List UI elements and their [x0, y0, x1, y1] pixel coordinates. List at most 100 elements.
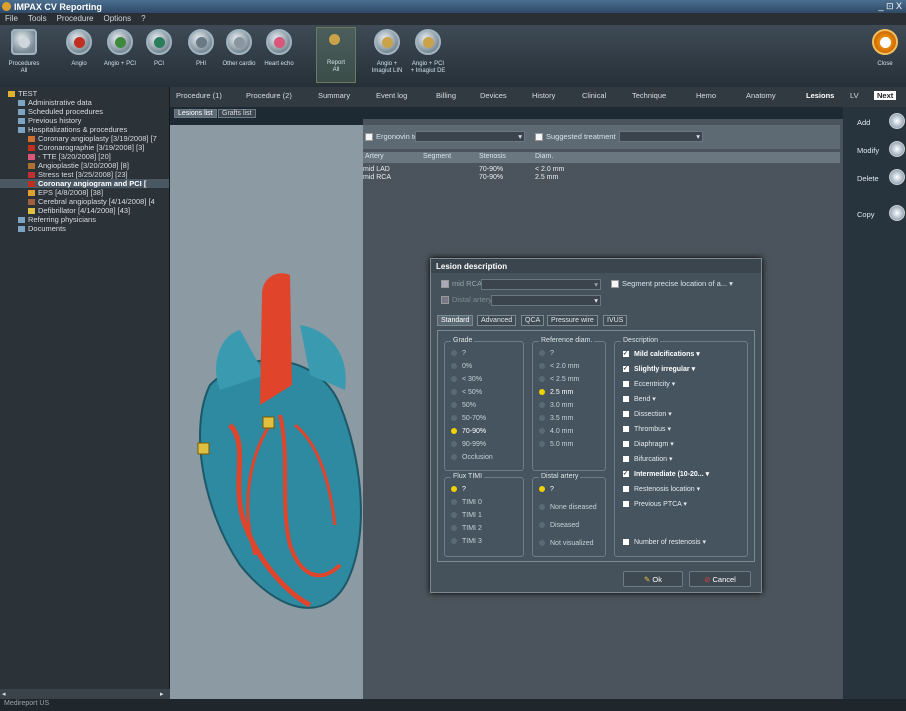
flux-timi-option[interactable]: TIMI 2 — [451, 525, 482, 532]
reference-diam-option[interactable]: < 2.0 mm — [539, 363, 579, 370]
distal-site-dropdown[interactable]: ▾ — [491, 295, 601, 306]
report-angio-button[interactable]: Angio + Imagiut LIN — [368, 29, 406, 75]
lesion-marker[interactable] — [262, 416, 275, 429]
distal-artery-option[interactable]: ? — [539, 486, 554, 493]
reference-diam-option[interactable]: 3.5 mm — [539, 415, 573, 422]
tree-item[interactable]: Cerebral angioplasty [4/14/2008] [4 — [0, 197, 169, 206]
tab-standard[interactable]: Standard — [437, 315, 474, 326]
restenosis-count-check[interactable]: Number of restenosis ▾ — [623, 538, 706, 546]
tab-summary[interactable]: Summary — [318, 91, 350, 100]
reference-diam-option[interactable]: 3.0 mm — [539, 402, 573, 409]
angio-pci-button[interactable]: Angio + PCI — [98, 29, 142, 68]
tab-ivus[interactable]: IVUS — [603, 315, 628, 326]
tree-item[interactable]: Scheduled procedures — [0, 107, 169, 116]
flux-timi-option[interactable]: TIMI 0 — [451, 499, 482, 506]
reference-diam-option[interactable]: ? — [539, 350, 554, 357]
tree-root[interactable]: TEST — [0, 89, 169, 98]
flux-timi-option[interactable]: ? — [451, 486, 466, 493]
tree-item[interactable]: Angioplastie [3/20/2008] [8] — [0, 161, 169, 170]
description-option[interactable]: Dissection ▾ — [623, 410, 672, 418]
tab-event-log[interactable]: Event log — [376, 91, 407, 100]
scroll-left-icon[interactable]: ◂ — [2, 690, 6, 698]
tab-lesions[interactable]: Lesions — [806, 91, 834, 100]
grade-option[interactable]: ? — [451, 350, 466, 357]
tree-item[interactable]: Referring physicians — [0, 215, 169, 224]
description-option[interactable]: Thrombus ▾ — [623, 425, 671, 433]
tree-item-selected[interactable]: Coronary angiogram and PCI [ — [0, 179, 169, 188]
delete-button[interactable]: Delete — [843, 167, 906, 189]
menu-file[interactable]: File — [0, 13, 23, 24]
distal-artery-option[interactable]: None diseased — [539, 504, 597, 511]
grade-option[interactable]: 50% — [451, 402, 476, 409]
grade-option[interactable]: 70-90% — [451, 428, 486, 435]
menu-options[interactable]: Options — [99, 13, 137, 24]
distal-artery-option[interactable]: Diseased — [539, 522, 579, 529]
tab-next[interactable]: Next — [874, 91, 897, 100]
col-segment[interactable]: Segment — [423, 153, 451, 160]
tab-anatomy[interactable]: Anatomy — [746, 91, 776, 100]
tree-item[interactable]: Coronarographie [3/19/2008] [3] — [0, 143, 169, 152]
phi-button[interactable]: PHI — [184, 29, 218, 68]
description-option[interactable]: Bend ▾ — [623, 395, 656, 403]
description-option[interactable]: Eccentricity ▾ — [623, 380, 675, 388]
tree-item[interactable]: Stress test [3/25/2008] [23] — [0, 170, 169, 179]
col-artery[interactable]: Artery — [365, 153, 384, 160]
copy-button[interactable]: Copy — [843, 203, 906, 225]
tab-hemo[interactable]: Hemo — [696, 91, 716, 100]
tree-item[interactable]: Administrative data — [0, 98, 169, 107]
grade-option[interactable]: < 50% — [451, 389, 482, 396]
window-controls[interactable]: _ ⊡ X — [878, 1, 902, 12]
distal-artery-option[interactable]: Not visualized — [539, 540, 594, 547]
tab-advanced[interactable]: Advanced — [477, 315, 517, 326]
grade-option[interactable]: 0% — [451, 363, 472, 370]
angio-button[interactable]: Angio — [60, 29, 98, 68]
table-row[interactable]: mid LAD 70-90% < 2.0 mm — [363, 165, 840, 173]
tree-item[interactable]: EPS [4/8/2008] [38] — [0, 188, 169, 197]
col-stenosis[interactable]: Stenosis — [479, 153, 506, 160]
description-option[interactable]: ✓ Intermediate (10-20... ▾ — [623, 470, 709, 478]
col-diam[interactable]: Diam. — [535, 153, 553, 160]
tab-qca[interactable]: QCA — [521, 315, 545, 326]
description-option[interactable]: ✓ Mild calcifications ▾ — [623, 350, 700, 358]
tab-pressure-wire[interactable]: Pressure wire — [547, 315, 598, 326]
modify-button[interactable]: Modify — [843, 139, 906, 161]
tab-clinical[interactable]: Clinical — [582, 91, 606, 100]
table-row[interactable]: mid RCA 70-90% 2.5 mm — [363, 173, 840, 181]
description-option[interactable]: Diaphragm ▾ — [623, 440, 674, 448]
tree-item[interactable]: Defibrillator [4/14/2008] [43] — [0, 206, 169, 215]
add-button[interactable]: Add — [843, 111, 906, 133]
menu-tools[interactable]: Tools — [23, 13, 52, 24]
heart-illustration[interactable] — [170, 125, 363, 699]
grade-option[interactable]: Occlusion — [451, 454, 493, 461]
reference-diam-option[interactable]: 5.0 mm — [539, 441, 573, 448]
other-cardio-button[interactable]: Other cardio — [218, 29, 260, 68]
reference-diam-option[interactable]: < 2.5 mm — [539, 376, 579, 383]
tree-item[interactable]: Hospitalizations & procedures — [0, 125, 169, 134]
grade-option[interactable]: 90-99% — [451, 441, 486, 448]
flux-timi-option[interactable]: TIMI 3 — [451, 538, 482, 545]
close-button[interactable]: Close — [868, 29, 902, 68]
pci-button[interactable]: PCI — [142, 29, 176, 68]
heart-echo-button[interactable]: Heart echo — [260, 29, 298, 68]
tab-billing[interactable]: Billing — [436, 91, 456, 100]
segment-precise-check[interactable]: Segment precise location of a... ▾ — [611, 279, 733, 289]
suggested-treatment-dropdown[interactable]: ▾ — [619, 131, 703, 142]
artery-dropdown[interactable]: ▾ — [481, 279, 601, 290]
tab-lv[interactable]: LV — [850, 91, 859, 100]
menu-procedure[interactable]: Procedure — [52, 13, 99, 24]
grade-option[interactable]: < 30% — [451, 376, 482, 383]
tree-item[interactable]: Documents — [0, 224, 169, 233]
report-all-button[interactable]: Report All — [316, 27, 356, 83]
tab-procedure-1[interactable]: Procedure (1) — [176, 91, 222, 100]
flux-timi-option[interactable]: TIMI 1 — [451, 512, 482, 519]
tree-item[interactable]: Coronary angioplasty [3/19/2008] [7 — [0, 134, 169, 143]
lesion-marker[interactable] — [197, 442, 210, 455]
ergonovin-dropdown[interactable]: ▾ — [415, 131, 525, 142]
description-option[interactable]: Restenosis location ▾ — [623, 485, 700, 493]
tab-technique[interactable]: Technique — [632, 91, 666, 100]
report-angio-pci-button[interactable]: Angio + PCI + Imagiut DE — [408, 29, 448, 75]
artery-check[interactable]: mid RCA — [441, 279, 482, 289]
suggested-treatment-check[interactable]: Suggested treatment — [535, 132, 616, 142]
tab-procedure-2[interactable]: Procedure (2) — [246, 91, 292, 100]
tree-item[interactable]: Previous history — [0, 116, 169, 125]
